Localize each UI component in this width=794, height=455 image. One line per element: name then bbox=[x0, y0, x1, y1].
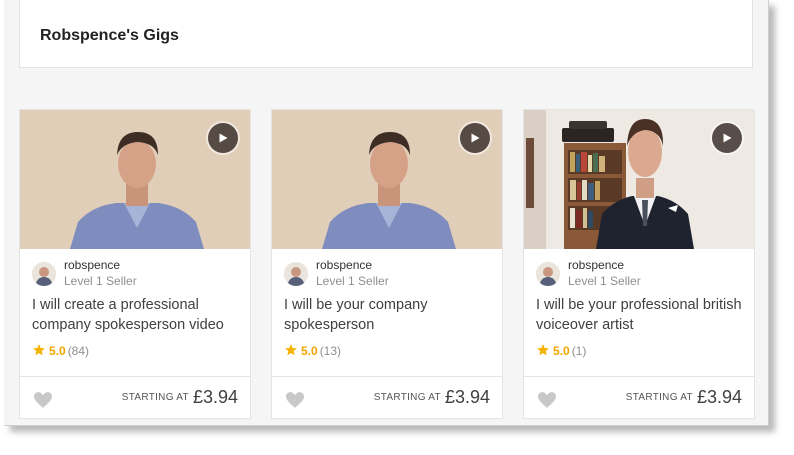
rating-score: 5.0 bbox=[553, 344, 570, 358]
gigs-header: Robspence's Gigs bbox=[19, 0, 753, 68]
gig-rating: 5.0 (1) bbox=[536, 343, 586, 358]
avatar[interactable] bbox=[536, 262, 560, 286]
price-block[interactable]: STARTING AT £3.94 bbox=[626, 387, 742, 408]
seller-name[interactable]: robspence bbox=[64, 258, 120, 272]
starting-at-label: STARTING AT bbox=[625, 392, 693, 403]
page-title: Robspence's Gigs bbox=[40, 27, 179, 44]
gig-rating: 5.0 (13) bbox=[284, 343, 341, 358]
seller-name[interactable]: robspence bbox=[316, 258, 372, 272]
gig-title[interactable]: I will create a professional company spo… bbox=[32, 295, 244, 335]
gig-rating: 5.0 (84) bbox=[32, 343, 89, 358]
rating-score: 5.0 bbox=[49, 344, 66, 358]
play-icon bbox=[723, 133, 732, 143]
gig-footer: STARTING AT £3.94 bbox=[20, 376, 250, 419]
starting-at-label: STARTING AT bbox=[373, 392, 441, 403]
seller-name[interactable]: robspence bbox=[568, 258, 624, 272]
seller-level: Level 1 Seller bbox=[568, 274, 641, 288]
gig-card[interactable]: robspence Level 1 Seller I will be your … bbox=[271, 109, 503, 419]
gig-card[interactable]: robspence Level 1 Seller I will be your … bbox=[523, 109, 755, 419]
star-icon bbox=[537, 344, 549, 356]
review-count: (84) bbox=[67, 344, 90, 358]
rating-score: 5.0 bbox=[301, 344, 318, 358]
play-icon bbox=[471, 133, 480, 143]
play-button[interactable] bbox=[208, 123, 238, 153]
play-button[interactable] bbox=[460, 123, 490, 153]
gig-card[interactable]: robspence Level 1 Seller I will create a… bbox=[19, 109, 251, 419]
starting-at-label: STARTING AT bbox=[121, 392, 189, 403]
gig-price[interactable]: £3.94 bbox=[445, 387, 490, 407]
price-block[interactable]: STARTING AT £3.94 bbox=[122, 387, 238, 408]
heart-icon[interactable] bbox=[286, 392, 304, 408]
review-count: (13) bbox=[319, 344, 342, 358]
play-button[interactable] bbox=[712, 123, 742, 153]
heart-icon[interactable] bbox=[34, 392, 52, 408]
gig-footer: STARTING AT £3.94 bbox=[272, 376, 502, 419]
price-block[interactable]: STARTING AT £3.94 bbox=[374, 387, 490, 408]
avatar[interactable] bbox=[284, 262, 308, 286]
play-icon bbox=[219, 133, 228, 143]
gig-price[interactable]: £3.94 bbox=[697, 387, 742, 407]
heart-icon[interactable] bbox=[538, 392, 556, 408]
gig-thumbnail[interactable] bbox=[272, 110, 502, 249]
star-icon bbox=[33, 344, 45, 356]
seller-level: Level 1 Seller bbox=[316, 274, 389, 288]
gig-footer: STARTING AT £3.94 bbox=[524, 376, 754, 419]
gig-title[interactable]: I will be your professional british voic… bbox=[536, 295, 748, 335]
avatar[interactable] bbox=[32, 262, 56, 286]
gig-thumbnail[interactable] bbox=[20, 110, 250, 249]
gig-title[interactable]: I will be your company spokesperson bbox=[284, 295, 496, 335]
star-icon bbox=[285, 344, 297, 356]
gig-thumbnail[interactable] bbox=[524, 110, 754, 249]
gigs-panel: Robspence's Gigs robspence Level 1 Selle… bbox=[4, 0, 769, 426]
seller-level: Level 1 Seller bbox=[64, 274, 137, 288]
review-count: (1) bbox=[571, 344, 587, 358]
gig-price[interactable]: £3.94 bbox=[193, 387, 238, 407]
